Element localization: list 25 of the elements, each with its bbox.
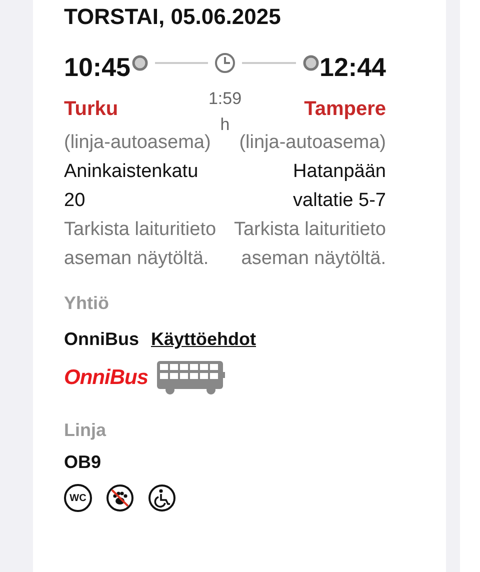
- arrival-time: 12:44: [320, 52, 386, 82]
- platform-note: Tarkista laituritieto aseman näytöltä.: [232, 218, 386, 271]
- date-heading: TORSTAI, 05.06.2025: [64, 4, 282, 31]
- platform-note: Tarkista laituritieto aseman näytöltä.: [64, 218, 218, 271]
- departure-time: 10:45: [64, 52, 130, 82]
- section-label: Linja: [64, 420, 108, 442]
- wheelchair-icon: [148, 484, 176, 512]
- stop-dot-icon: [132, 55, 148, 71]
- wc-icon: WC: [64, 484, 92, 512]
- clock-icon: [214, 52, 236, 74]
- duration: 1:59 h: [207, 88, 243, 134]
- address: Hatanpään valtatie 5-7: [292, 160, 386, 213]
- no-pets-icon: [106, 484, 134, 512]
- terms-link[interactable]: Käyttöehdot: [151, 329, 256, 350]
- departure-place: Turku: [64, 97, 120, 122]
- bus-icon: [156, 360, 226, 396]
- arrival-place: Tampere: [303, 97, 386, 122]
- line-code: OB9: [64, 452, 102, 474]
- address: Aninkaistenkatu 20: [64, 160, 200, 213]
- company-name: OnniBus: [64, 329, 139, 350]
- station-type: (linja-autoasema): [64, 131, 212, 155]
- stop-dot-icon: [302, 55, 318, 71]
- station-type: (linja-autoasema): [238, 131, 386, 155]
- company-logo: OnniBus: [64, 366, 148, 390]
- section-label: Yhtiö: [64, 293, 110, 315]
